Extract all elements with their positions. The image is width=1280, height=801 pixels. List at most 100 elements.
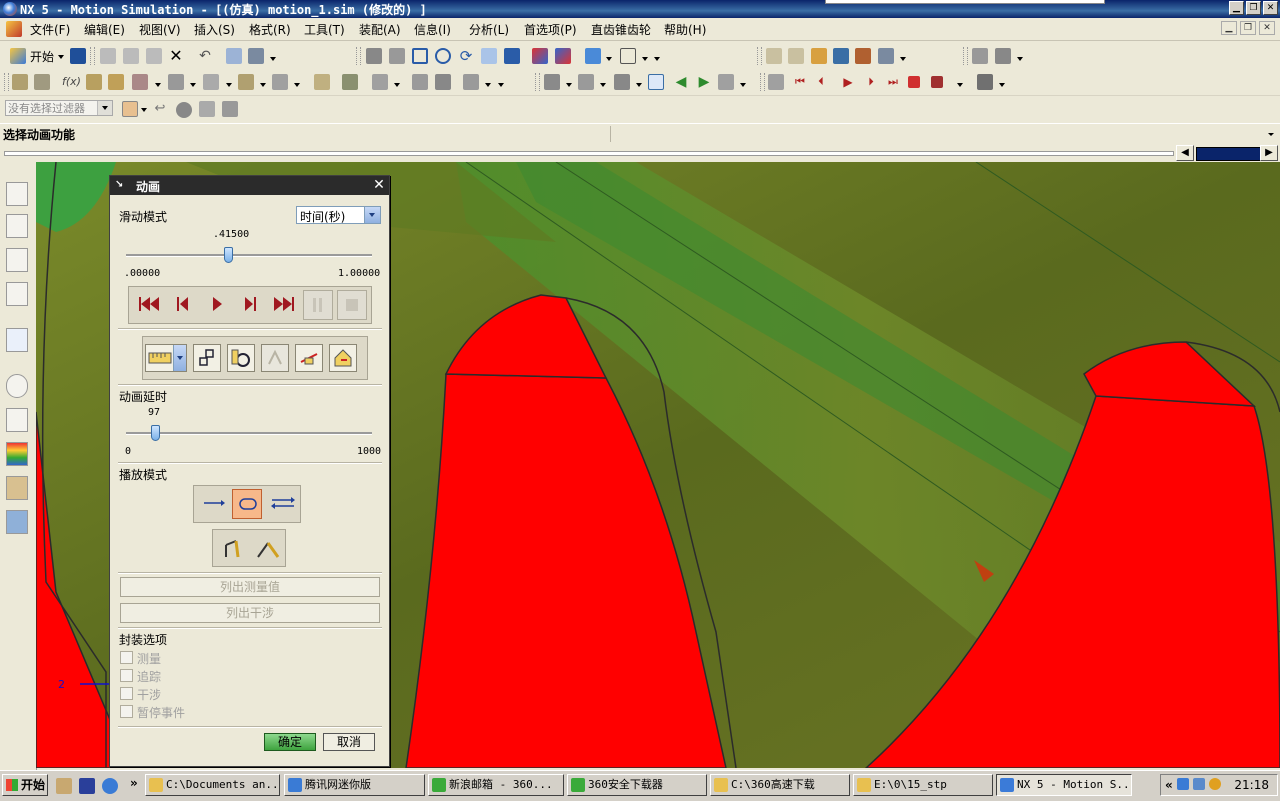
gear-coupler-icon[interactable] [811,48,827,64]
checklist-icon[interactable] [648,74,664,90]
pan-icon[interactable] [481,48,497,64]
fast-forward-button[interactable] [269,290,299,320]
zoom-window-icon[interactable] [389,48,405,64]
roles-icon[interactable] [6,476,28,500]
split-icon[interactable] [435,74,451,90]
trace-checkbox[interactable] [120,669,133,682]
play-once-button[interactable] [198,489,228,519]
constraint-navigator-icon[interactable] [6,214,28,238]
list-interference-button[interactable]: 列出干涉 [120,603,380,623]
select-feature-icon[interactable] [199,101,215,117]
package-button[interactable] [329,344,357,372]
pause-button[interactable] [303,290,333,320]
stop-button[interactable] [337,290,367,320]
track-button[interactable] [295,344,323,372]
menu-information[interactable]: 信息(I) [414,21,451,38]
menu-preferences[interactable]: 首选项(P) [524,21,577,38]
history-icon[interactable] [6,374,28,398]
trim-icon[interactable] [412,74,428,90]
trace-button[interactable] [193,344,221,372]
time-slider-thumb[interactable] [223,247,233,263]
task-documents-folder[interactable]: C:\Documents an... [145,774,280,796]
pause-icon[interactable] [908,76,920,88]
scroll-right-icon[interactable]: ▶ [1260,145,1278,161]
reuse-library-icon[interactable] [6,408,28,432]
quicklaunch-more[interactable]: » [130,776,138,790]
rewind-button[interactable] [133,290,163,320]
task-sina-mail[interactable]: 新浪邮箱 - 360... [428,774,564,796]
ok-button[interactable]: 确定 [264,733,316,751]
zoom-icon[interactable] [412,48,428,64]
joint-icon[interactable] [788,48,804,64]
motion-navigator-icon[interactable] [6,282,28,306]
explode-button[interactable] [227,344,255,372]
previous-step-icon[interactable]: ◀ [673,74,689,90]
perspective-icon[interactable] [504,48,520,64]
ping-pong-button[interactable] [266,489,296,519]
type-filter-select[interactable]: 没有选择过滤器 [5,100,113,116]
assembly-position-button[interactable] [251,533,281,563]
part-navigator-icon[interactable] [6,248,28,272]
cut-icon[interactable] [100,48,116,64]
offset-icon[interactable] [463,74,479,90]
pause-event-checkbox[interactable] [120,705,133,718]
repeat-icon[interactable] [226,48,242,64]
nx-app-icon[interactable] [3,2,17,16]
quicklaunch-ie-icon[interactable] [102,778,118,794]
reload-icon[interactable] [718,74,734,90]
render-style-icon[interactable] [532,48,548,64]
shell-icon[interactable] [372,74,388,90]
minimize-button[interactable]: ▁ [1229,1,1244,15]
task-stp-folder[interactable]: E:\0\15_stp [853,774,993,796]
restore-button[interactable]: ❐ [1246,1,1261,15]
measure-angle-icon[interactable] [995,48,1011,64]
next-step-icon[interactable]: ▶ [696,74,712,90]
extrude-icon[interactable] [238,74,254,90]
step-forward-icon[interactable]: ⏵ [863,74,879,90]
undo-icon[interactable]: ↶ [197,48,213,64]
loop-button[interactable] [232,489,262,519]
graph-icon[interactable] [614,74,630,90]
point-snap-icon[interactable] [176,102,192,118]
command-finder-icon[interactable] [248,48,264,64]
expression-icon[interactable]: f(x) [62,74,81,90]
scroll-left-icon[interactable]: ◀ [1176,145,1194,161]
rewind-icon[interactable]: ⏮ [792,74,808,90]
menu-edit[interactable]: 编辑(E) [84,21,125,38]
qq-icon[interactable] [1209,778,1221,790]
measure-checkbox[interactable] [120,651,133,664]
shaded-icon[interactable] [555,48,571,64]
menu-analysis[interactable]: 分析(L) [469,21,509,38]
measure-distance-icon[interactable] [972,48,988,64]
driver-icon[interactable] [833,48,849,64]
spring-icon[interactable] [855,48,871,64]
quicklaunch-app-icon[interactable] [56,778,72,794]
save-icon[interactable] [70,48,86,64]
arc-icon[interactable] [108,74,124,90]
tray-expand[interactable]: « [1165,778,1173,792]
menu-view[interactable]: 视图(V) [139,21,181,38]
web-browser-icon[interactable] [6,328,28,352]
doc-minimize-button[interactable]: ▁ [1221,21,1237,35]
snap-icon[interactable]: ↩ [152,101,168,117]
volume-icon[interactable] [1193,778,1205,790]
horizontal-scrollbar[interactable]: ◀ ▶ [0,144,1280,162]
delay-slider-thumb[interactable] [151,425,160,441]
datum-axis-icon[interactable] [203,74,219,90]
blend-icon[interactable] [314,74,330,90]
system-materials-icon[interactable] [6,510,28,534]
sketch-icon[interactable] [12,74,28,90]
play-button[interactable] [203,290,233,320]
quicklaunch-anchor-icon[interactable] [79,778,95,794]
delete-icon[interactable]: ✕ [168,48,184,64]
datum-plane-icon[interactable] [168,74,184,90]
revolve-icon[interactable] [272,74,288,90]
design-position-button[interactable] [217,533,247,563]
play-icon[interactable]: ▶ [840,74,856,90]
menu-assembly[interactable]: 装配(A) [359,21,401,38]
measure-button[interactable] [145,344,187,372]
close-icon[interactable]: ✕ [372,178,386,192]
task-qq-mini-browser[interactable]: 腾讯网迷你版 [284,774,425,796]
dialog-title-bar[interactable]: ↘ 动画 ✕ [110,176,389,195]
pin-icon[interactable]: ↘ [115,180,125,190]
